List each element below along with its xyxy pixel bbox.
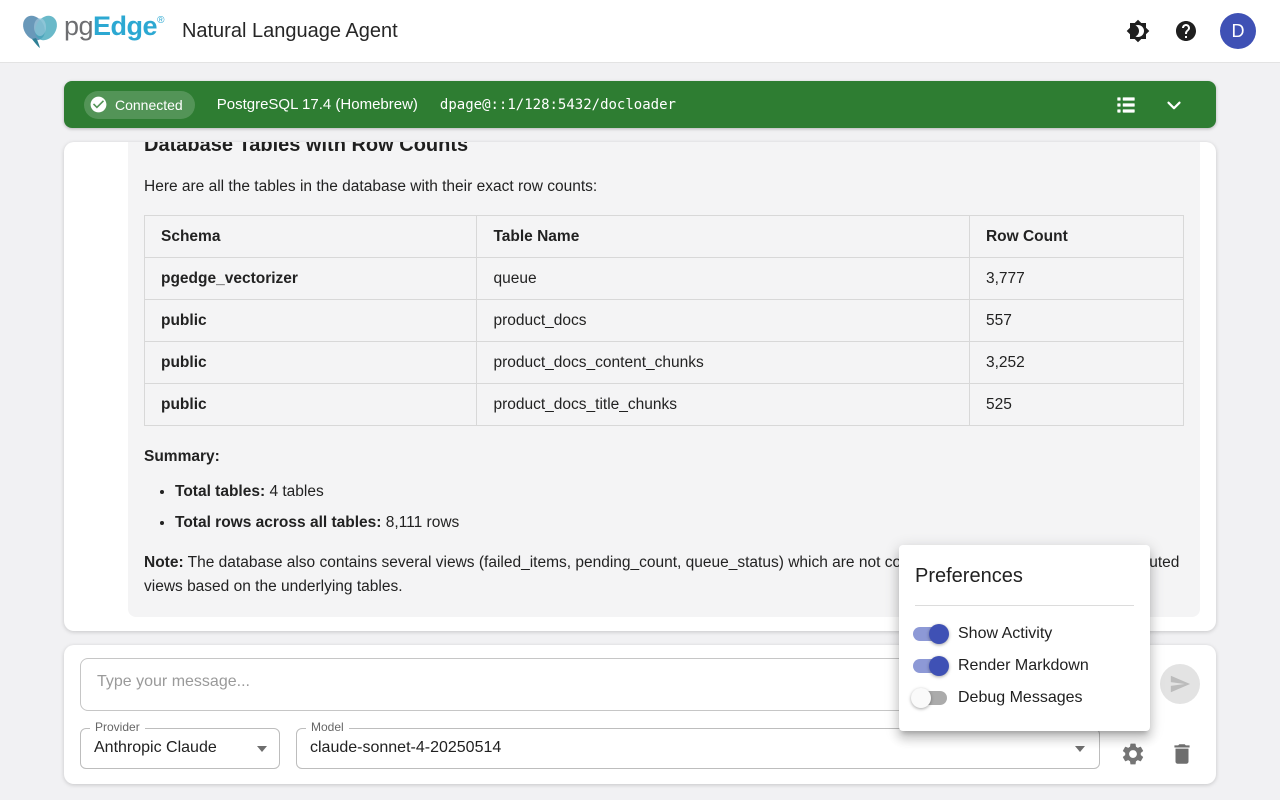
brand-pg: pg	[64, 11, 93, 41]
send-icon	[1169, 673, 1191, 695]
toggle-label: Show Activity	[958, 625, 1052, 643]
table-row: public product_docs 557	[145, 300, 1184, 342]
dropdown-arrow-icon	[1075, 746, 1085, 752]
summary-item-value: 8,111 rows	[386, 514, 460, 531]
cell-table-name: queue	[477, 258, 969, 300]
toggle-row-show-activity[interactable]: Show Activity	[899, 618, 1150, 650]
summary-item: Total tables: 4 tables	[175, 481, 1184, 502]
chevron-down-icon	[1163, 94, 1185, 116]
cell-schema: public	[145, 300, 477, 342]
model-select-label: Model	[306, 720, 349, 734]
summary-list: Total tables: 4 tables Total rows across…	[144, 481, 1184, 533]
preferences-title: Preferences	[899, 545, 1150, 588]
server-version-label: PostgreSQL 17.4 (Homebrew)	[217, 96, 418, 113]
summary-item-label: Total rows across all tables:	[175, 514, 381, 531]
connection-list-button[interactable]	[1108, 87, 1144, 123]
column-header-schema: Schema	[145, 216, 477, 258]
message-intro: Here are all the tables in the database …	[144, 176, 1184, 197]
server-list-icon	[1113, 92, 1139, 118]
summary-item-value: 4 tables	[269, 483, 323, 500]
brand-registered-mark: ®	[157, 15, 164, 26]
preferences-divider	[915, 605, 1134, 606]
cell-row-count: 557	[969, 300, 1183, 342]
connection-collapse-button[interactable]	[1156, 87, 1192, 123]
cell-table-name: product_docs	[477, 300, 969, 342]
note-label: Note:	[144, 554, 184, 571]
cell-row-count: 3,777	[969, 258, 1183, 300]
provider-select-value: Anthropic Claude	[94, 739, 217, 757]
help-icon	[1174, 19, 1198, 43]
connection-string: dpage@::1/128:5432/docloader	[440, 97, 676, 113]
toggle-row-render-markdown[interactable]: Render Markdown	[899, 650, 1150, 682]
help-button[interactable]	[1166, 11, 1206, 51]
app-header: pgEdge® Natural Language Agent D	[0, 0, 1280, 63]
cell-row-count: 3,252	[969, 342, 1183, 384]
render-markdown-toggle[interactable]	[913, 659, 947, 673]
summary-heading: Summary:	[144, 446, 1184, 467]
pgedge-logo: pgEdge®	[18, 11, 164, 51]
table-row: public product_docs_title_chunks 525	[145, 384, 1184, 426]
check-circle-icon	[89, 95, 108, 114]
cell-schema: public	[145, 384, 477, 426]
model-select-value: claude-sonnet-4-20250514	[310, 739, 501, 757]
gear-icon	[1120, 741, 1146, 767]
connection-bar: Connected PostgreSQL 17.4 (Homebrew) dpa…	[64, 81, 1216, 128]
cell-schema: public	[145, 342, 477, 384]
toggle-label: Debug Messages	[958, 689, 1083, 707]
table-row: public product_docs_content_chunks 3,252	[145, 342, 1184, 384]
column-header-row-count: Row Count	[969, 216, 1183, 258]
column-header-table-name: Table Name	[477, 216, 969, 258]
message-heading: Database Tables with Row Counts	[144, 142, 1184, 158]
cell-table-name: product_docs_title_chunks	[477, 384, 969, 426]
provider-select[interactable]: Provider Anthropic Claude	[80, 728, 280, 769]
summary-item: Total rows across all tables: 8,111 rows	[175, 512, 1184, 533]
summary-item-label: Total tables:	[175, 483, 265, 500]
clear-chat-button[interactable]	[1163, 735, 1201, 773]
dark-mode-toggle-button[interactable]	[1118, 11, 1158, 51]
cell-table-name: product_docs_content_chunks	[477, 342, 969, 384]
debug-messages-toggle[interactable]	[913, 691, 947, 705]
database-tables-table: Schema Table Name Row Count pgedge_vecto…	[144, 215, 1184, 426]
send-button[interactable]	[1160, 664, 1200, 704]
settings-button[interactable]	[1114, 735, 1152, 773]
user-avatar[interactable]: D	[1220, 13, 1256, 49]
toggle-label: Render Markdown	[958, 657, 1089, 675]
connection-status-badge: Connected	[84, 91, 195, 119]
table-header-row: Schema Table Name Row Count	[145, 216, 1184, 258]
provider-select-label: Provider	[90, 720, 145, 734]
brightness-moon-icon	[1126, 19, 1150, 43]
cell-row-count: 525	[969, 384, 1183, 426]
preferences-popup: Preferences Show Activity Render Markdow…	[899, 545, 1150, 731]
show-activity-toggle[interactable]	[913, 627, 947, 641]
cell-schema: pgedge_vectorizer	[145, 258, 477, 300]
table-row: pgedge_vectorizer queue 3,777	[145, 258, 1184, 300]
dropdown-arrow-icon	[257, 746, 267, 752]
model-select[interactable]: Model claude-sonnet-4-20250514	[296, 728, 1100, 769]
page-title: Natural Language Agent	[182, 20, 398, 43]
pgedge-heart-icon	[18, 11, 62, 51]
trash-icon	[1169, 741, 1195, 767]
connection-status-label: Connected	[115, 97, 183, 113]
brand-edge: Edge	[93, 11, 157, 41]
toggle-row-debug-messages[interactable]: Debug Messages	[899, 682, 1150, 714]
